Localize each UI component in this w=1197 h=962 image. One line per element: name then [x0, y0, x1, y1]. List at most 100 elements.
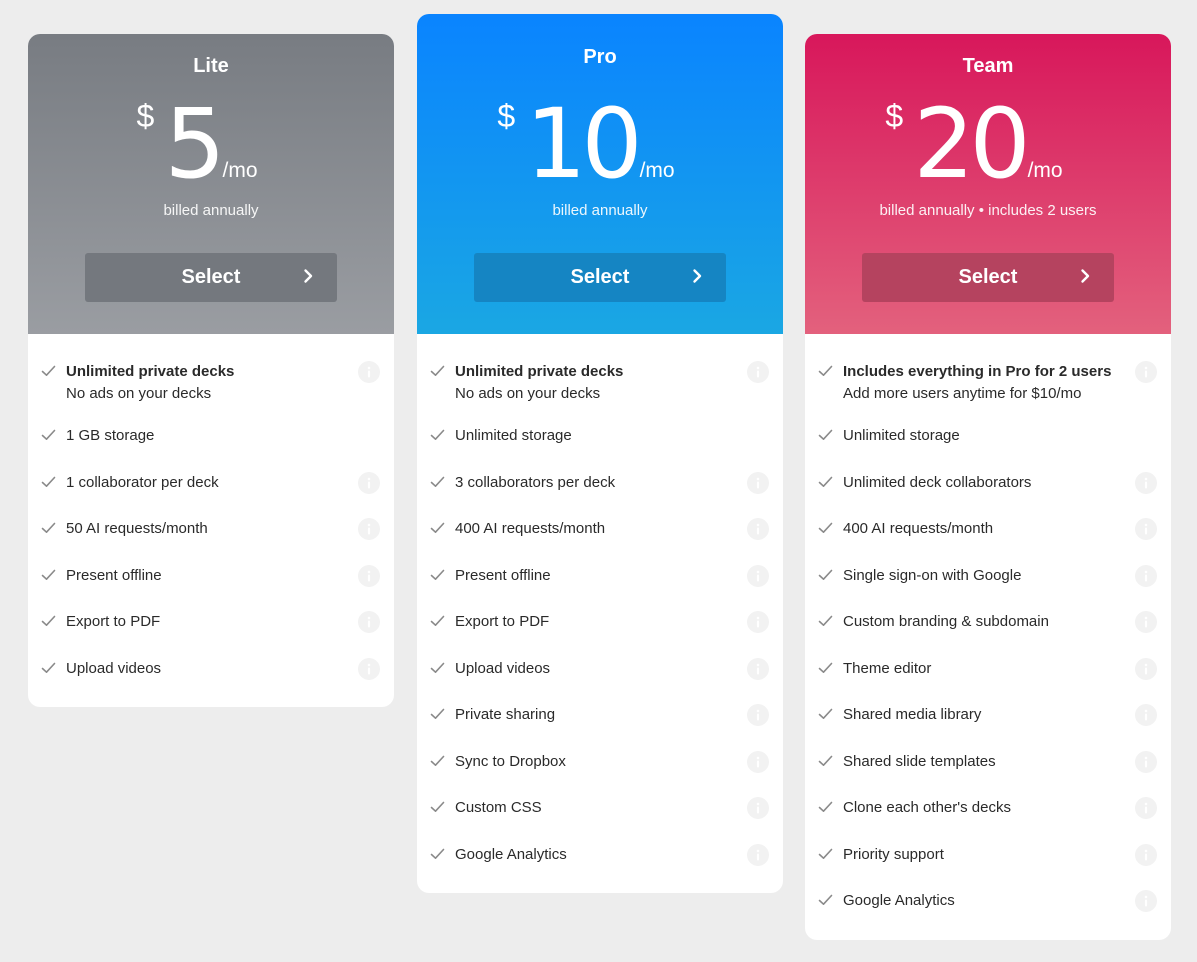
info-icon[interactable]	[1135, 471, 1157, 494]
feature-item: Clone each other's decks	[805, 797, 1171, 844]
info-icon[interactable]	[358, 361, 380, 383]
info-icon[interactable]	[747, 518, 769, 540]
info-icon[interactable]	[358, 471, 380, 494]
info-icon[interactable]	[1135, 843, 1157, 866]
feature-subtitle: Add more users anytime for $10/mo	[843, 385, 1082, 402]
price: $10/mo	[417, 96, 783, 192]
feature-item: Unlimited private decks No ads on your de…	[28, 361, 394, 425]
check-icon	[818, 428, 833, 440]
info-icon[interactable]	[1135, 518, 1157, 540]
feature-item: Export to PDF	[417, 611, 783, 658]
plan-header-lite: Lite $5/mo billed annually Select	[28, 34, 394, 334]
check-icon	[818, 661, 833, 673]
feature-title: 400 AI requests/month	[455, 520, 606, 537]
feature-item: Theme editor	[805, 657, 1171, 705]
currency-symbol: $	[136, 98, 155, 134]
check-icon	[41, 364, 56, 376]
check-icon	[430, 428, 445, 440]
feature-item: Unlimited storage	[417, 425, 783, 472]
check-icon	[430, 364, 445, 376]
price: $20/mo	[805, 96, 1171, 192]
chevron-right-icon	[299, 267, 317, 285]
select-button-pro[interactable]: Select	[474, 253, 726, 302]
feature-title: Unlimited private decks	[66, 363, 235, 380]
price-amount: 20	[913, 88, 1030, 200]
check-icon	[818, 707, 833, 719]
feature-item: Upload videos	[28, 657, 394, 705]
currency-symbol: $	[885, 98, 904, 134]
plan-header-team: Team $20/mo billed annually • includes 2 u…	[805, 34, 1171, 334]
price-period: /mo	[1027, 159, 1063, 182]
plan-name: Pro	[583, 46, 617, 68]
info-icon[interactable]	[1135, 890, 1157, 912]
feature-item: Sync to Dropbox	[417, 750, 783, 798]
chevron-right-icon	[1076, 267, 1094, 285]
check-icon	[818, 893, 833, 905]
feature-item: 1 collaborator per deck	[28, 471, 394, 519]
check-icon	[430, 707, 445, 719]
info-icon[interactable]	[747, 611, 769, 633]
info-icon[interactable]	[358, 611, 380, 633]
check-icon	[41, 568, 56, 580]
feature-title: Upload videos	[455, 659, 551, 677]
check-icon	[818, 800, 833, 812]
info-icon[interactable]	[747, 657, 769, 680]
info-icon[interactable]	[358, 657, 380, 680]
info-icon[interactable]	[747, 564, 769, 587]
info-icon[interactable]	[747, 471, 769, 494]
check-icon	[430, 568, 445, 580]
plan-card-team: Team $20/mo billed annually • includes 2 u…	[805, 34, 1171, 940]
select-button-lite[interactable]: Select	[85, 253, 337, 302]
select-button-label: Select	[570, 266, 630, 288]
info-icon[interactable]	[358, 564, 380, 587]
feature-item: Google Analytics	[805, 890, 1171, 937]
feature-title: Sync to Dropbox	[455, 752, 566, 770]
check-icon	[818, 521, 833, 533]
check-icon	[41, 614, 56, 626]
info-icon[interactable]	[747, 704, 769, 726]
feature-item: 400 AI requests/month	[417, 518, 783, 565]
plan-name: Team	[962, 55, 1014, 77]
feature-title: Unlimited deck collaborators	[843, 473, 1032, 491]
feature-subtitle: No ads on your decks	[66, 385, 212, 402]
check-icon	[41, 521, 56, 533]
feature-item: Upload videos	[417, 657, 783, 705]
info-icon[interactable]	[1135, 750, 1157, 773]
check-icon	[430, 475, 445, 487]
info-icon[interactable]	[747, 361, 769, 383]
currency-symbol: $	[497, 98, 516, 134]
feature-title: Upload videos	[66, 659, 162, 677]
info-icon[interactable]	[1135, 611, 1157, 633]
info-icon[interactable]	[1135, 704, 1157, 726]
feature-title: Present offline	[455, 566, 551, 584]
info-icon[interactable]	[1135, 797, 1157, 819]
feature-title: Unlimited private decks	[455, 363, 624, 380]
check-icon	[430, 847, 445, 859]
billing-note: billed annually	[552, 202, 648, 219]
feature-item: 3 collaborators per deck	[417, 471, 783, 519]
info-icon[interactable]	[747, 750, 769, 773]
check-icon	[818, 614, 833, 626]
info-icon[interactable]	[358, 518, 380, 540]
info-icon[interactable]	[747, 797, 769, 819]
feature-list: Unlimited private decks No ads on your de…	[417, 334, 783, 890]
feature-title: 1 collaborator per deck	[66, 473, 219, 491]
feature-item: Includes everything in Pro for 2 users Ad…	[805, 361, 1171, 425]
check-icon	[430, 614, 445, 626]
info-icon[interactable]	[1135, 657, 1157, 680]
feature-item: Private sharing	[417, 704, 783, 751]
feature-item: Google Analytics	[417, 843, 783, 891]
info-icon[interactable]	[1135, 361, 1157, 383]
feature-title: Export to PDF	[66, 613, 161, 630]
billing-note: billed annually • includes 2 users	[879, 202, 1097, 219]
feature-title: Shared slide templates	[843, 752, 996, 770]
feature-title: Private sharing	[455, 706, 556, 723]
price-group: $20/mo	[885, 96, 1063, 192]
feature-list: Unlimited private decks No ads on your de…	[28, 334, 394, 704]
info-icon[interactable]	[747, 843, 769, 866]
feature-title: Custom branding & subdomain	[843, 613, 1049, 630]
info-icon[interactable]	[1135, 564, 1157, 587]
feature-subtitle: No ads on your decks	[455, 385, 601, 402]
select-button-team[interactable]: Select	[862, 253, 1114, 302]
check-icon	[430, 754, 445, 766]
